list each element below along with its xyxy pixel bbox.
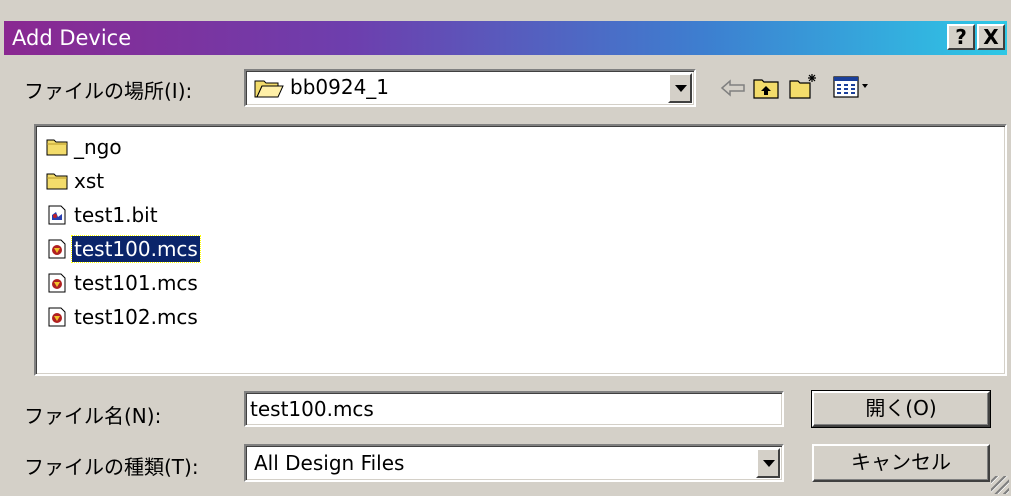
- file-name: test100.mcs: [71, 235, 201, 263]
- mcs-file-icon: [48, 239, 66, 259]
- filetype-combo[interactable]: All Design Files: [244, 444, 784, 482]
- close-button[interactable]: X: [977, 24, 1005, 50]
- location-value: bb0924_1: [290, 75, 390, 99]
- up-folder-icon[interactable]: [752, 74, 782, 102]
- location-dropdown-button[interactable]: [668, 73, 692, 103]
- file-list[interactable]: _ngoxst test1.bit test100.mcs test101.mcs te…: [34, 124, 1007, 376]
- filetype-value: All Design Files: [254, 451, 405, 475]
- mcs-file-icon: [48, 273, 66, 293]
- cancel-button[interactable]: キャンセル: [812, 444, 990, 482]
- file-name: _ngo: [74, 135, 122, 159]
- mcs-file-icon: [48, 307, 66, 327]
- back-icon[interactable]: [718, 74, 748, 102]
- folder-icon: [46, 173, 68, 190]
- file-item[interactable]: test1.bit: [46, 200, 160, 230]
- help-button[interactable]: ?: [947, 24, 975, 50]
- folder-item[interactable]: _ngo: [46, 132, 124, 162]
- file-item[interactable]: test100.mcs: [46, 234, 201, 264]
- filetype-dropdown-button[interactable]: [756, 448, 780, 478]
- window-title: Add Device: [12, 26, 132, 50]
- filetype-label: ファイルの種類(T):: [24, 455, 199, 479]
- open-folder-icon: [254, 80, 284, 98]
- filename-value: test100.mcs: [250, 397, 374, 421]
- folder-item[interactable]: xst: [46, 166, 106, 196]
- file-name: test1.bit: [74, 203, 158, 227]
- add-device-dialog: Add Device ? X ファイルの場所(I): bb0924_1 _ngo…: [0, 0, 1011, 496]
- file-item[interactable]: test101.mcs: [46, 268, 200, 298]
- bit-file-icon: [48, 205, 66, 225]
- filename-label: ファイル名(N):: [24, 404, 162, 428]
- title-bar[interactable]: Add Device ? X: [4, 21, 1007, 55]
- resize-grip-icon[interactable]: [991, 476, 1009, 494]
- filename-input[interactable]: test100.mcs: [244, 391, 784, 427]
- file-item[interactable]: test102.mcs: [46, 302, 200, 332]
- location-label: ファイルの場所(I):: [24, 79, 193, 103]
- view-menu-icon[interactable]: [832, 74, 872, 102]
- new-folder-icon[interactable]: [788, 72, 818, 100]
- file-name: xst: [74, 169, 105, 193]
- open-button[interactable]: 開く(O): [811, 390, 991, 428]
- location-combo[interactable]: bb0924_1: [244, 69, 696, 107]
- file-name: test102.mcs: [74, 305, 198, 329]
- file-name: test101.mcs: [74, 271, 198, 295]
- folder-icon: [46, 139, 68, 156]
